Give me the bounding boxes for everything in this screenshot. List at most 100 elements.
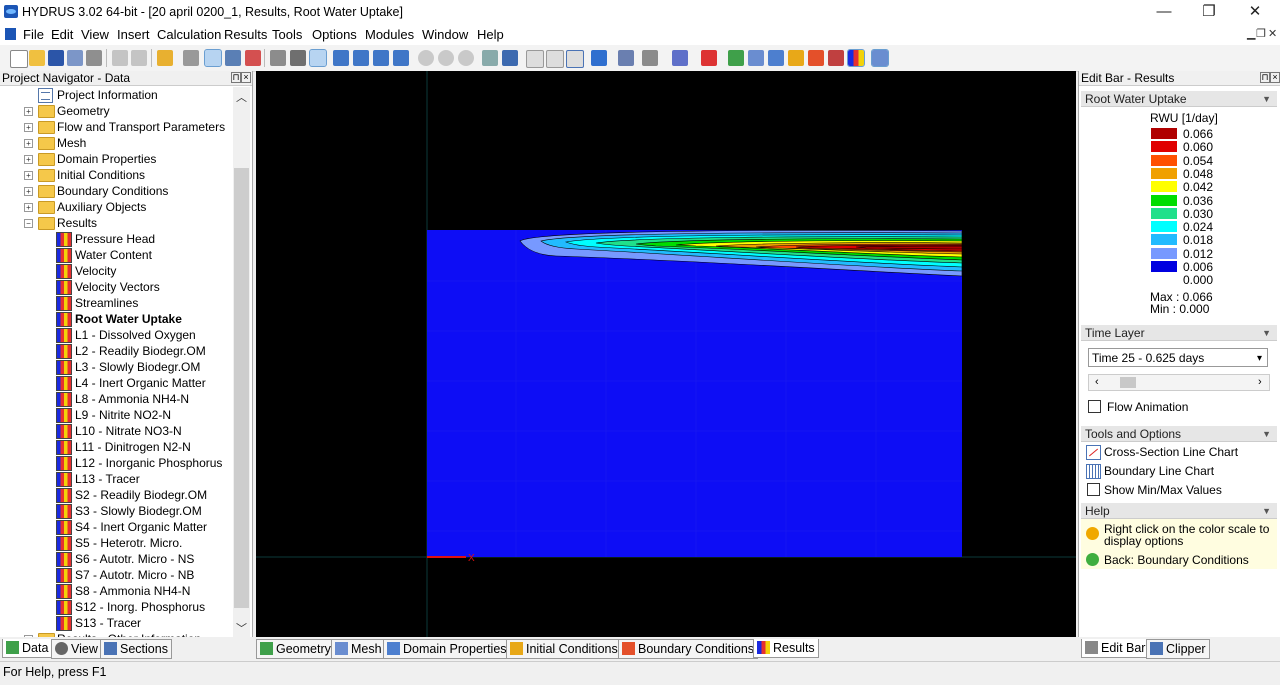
tree-item[interactable]: L1 - Dissolved Oxygen — [0, 327, 233, 343]
layers-icon[interactable] — [642, 50, 658, 66]
tree-item[interactable]: S7 - Autotr. Micro - NB — [0, 567, 233, 583]
view-mode-icon[interactable] — [204, 49, 222, 67]
tree-item[interactable]: S3 - Slowly Biodegr.OM — [0, 503, 233, 519]
tree-item[interactable]: Velocity Vectors — [0, 279, 233, 295]
rotate-reset-icon[interactable] — [458, 50, 474, 66]
redo-icon[interactable] — [131, 50, 147, 66]
rotate-view-icon[interactable] — [290, 50, 306, 66]
grid-results-icon[interactable] — [871, 49, 889, 67]
back-boundary-conditions-link[interactable]: Back: Boundary Conditions — [1104, 553, 1249, 567]
tree-item[interactable]: Water Content — [0, 247, 233, 263]
rotate-left-icon[interactable] — [418, 50, 434, 66]
expand-icon[interactable]: + — [24, 139, 33, 148]
legend-swatch[interactable] — [1151, 128, 1177, 139]
slider-left-icon[interactable]: ‹ — [1095, 376, 1099, 388]
tree-item[interactable]: S6 - Autotr. Micro - NS — [0, 551, 233, 567]
zoom-in-icon[interactable] — [333, 50, 349, 66]
points-icon[interactable] — [245, 50, 261, 66]
tab-view[interactable]: View — [51, 639, 102, 659]
mdi-minimize-button[interactable]: ▁ — [1247, 27, 1255, 40]
navigator-scroll-thumb[interactable] — [234, 168, 249, 608]
results-display-icon[interactable] — [847, 49, 865, 67]
print-icon[interactable] — [86, 50, 102, 66]
mesh-lines-icon[interactable] — [672, 50, 688, 66]
mesh-display-icon[interactable] — [748, 50, 764, 66]
axes-icon[interactable] — [482, 50, 498, 66]
table-icon[interactable] — [828, 50, 844, 66]
tree-item[interactable]: S12 - Inorg. Phosphorus — [0, 599, 233, 615]
minimize-button[interactable]: — — [1141, 2, 1187, 22]
top-view-icon[interactable] — [566, 50, 584, 68]
panel-close-icon[interactable]: × — [1270, 72, 1280, 83]
tools-options-section-header[interactable]: Tools and Options ▼ — [1081, 426, 1277, 442]
slider-right-icon[interactable]: › — [1258, 376, 1262, 388]
tree-item[interactable]: − Results — [0, 215, 233, 231]
save-icon[interactable] — [48, 50, 64, 66]
fe-mesh-icon[interactable] — [768, 50, 784, 66]
time-layer-select[interactable]: Time 25 - 0.625 days ▾ — [1088, 348, 1268, 367]
legend-swatch[interactable] — [1151, 181, 1177, 193]
undo-icon[interactable] — [112, 50, 128, 66]
tree-item[interactable]: L2 - Readily Biodegr.OM — [0, 343, 233, 359]
expand-icon[interactable]: + — [24, 635, 33, 637]
tree-item[interactable]: Project Information — [0, 87, 233, 103]
menu-window[interactable]: Window — [422, 27, 468, 42]
legend-swatch[interactable] — [1151, 247, 1177, 259]
tree-item[interactable]: L4 - Inert Organic Matter — [0, 375, 233, 391]
tree-item[interactable]: L10 - Nitrate NO3-N — [0, 423, 233, 439]
time-layer-section-header[interactable]: Time Layer ▼ — [1081, 325, 1277, 341]
legend-swatch[interactable] — [1151, 141, 1177, 153]
edit-tools-icon[interactable] — [618, 50, 634, 66]
maximize-button[interactable]: ❐ — [1186, 2, 1232, 22]
mdi-restore-button[interactable]: ❐ — [1256, 27, 1266, 40]
time-layer-slider[interactable] — [1088, 374, 1270, 391]
tab-domain-properties[interactable]: Domain Properties — [383, 639, 511, 659]
tab-clipper[interactable]: Clipper — [1146, 639, 1210, 659]
tree-item[interactable]: Pressure Head — [0, 231, 233, 247]
rwu-section-header[interactable]: Root Water Uptake ▼ — [1081, 91, 1277, 107]
collapse-icon[interactable]: − — [24, 219, 33, 228]
tree-item[interactable]: + Domain Properties — [0, 151, 233, 167]
boundary-colors-icon[interactable] — [808, 50, 824, 66]
tree-item[interactable]: + Boundary Conditions — [0, 183, 233, 199]
expand-icon[interactable]: + — [24, 107, 33, 116]
tree-item[interactable]: S4 - Inert Organic Matter — [0, 519, 233, 535]
scroll-down-icon[interactable]: ﹀ — [236, 620, 247, 636]
tree-item[interactable]: + Geometry — [0, 103, 233, 119]
pin-icon[interactable]: ⊓ — [231, 72, 241, 83]
tree-item[interactable]: + Initial Conditions — [0, 167, 233, 183]
menu-file[interactable]: File — [23, 27, 44, 42]
mdi-close-button[interactable]: ✕ — [1268, 27, 1277, 40]
zoom-window-icon[interactable] — [353, 50, 369, 66]
isolines-icon[interactable] — [728, 50, 744, 66]
tree-item[interactable]: + Mesh — [0, 135, 233, 151]
legend-swatch[interactable] — [1151, 261, 1177, 272]
panel-close-icon[interactable]: × — [241, 72, 251, 83]
expand-icon[interactable]: + — [24, 203, 33, 212]
tree-item[interactable]: S13 - Tracer — [0, 615, 233, 631]
3d-box-icon[interactable] — [591, 50, 607, 66]
menu-results[interactable]: Results — [224, 27, 267, 42]
tree-item[interactable]: L13 - Tracer — [0, 471, 233, 487]
tab-geometry[interactable]: Geometry — [256, 639, 335, 659]
front-view-icon[interactable] — [526, 50, 544, 68]
tree-item[interactable]: + Auxiliary Objects — [0, 199, 233, 215]
menu-edit[interactable]: Edit — [51, 27, 73, 42]
menu-modules[interactable]: Modules — [365, 27, 414, 42]
tree-item[interactable]: L12 - Inorganic Phosphorus — [0, 455, 233, 471]
tree-item[interactable]: Velocity — [0, 263, 233, 279]
export-icon[interactable] — [67, 50, 83, 66]
zoom-mode-icon[interactable] — [309, 49, 327, 67]
tree-item[interactable]: + Flow and Transport Parameters — [0, 119, 233, 135]
tab-boundary-conditions[interactable]: Boundary Conditions — [618, 639, 759, 659]
tree-item[interactable]: L3 - Slowly Biodegr.OM — [0, 359, 233, 375]
tree-item[interactable]: L11 - Dinitrogen N2-N — [0, 439, 233, 455]
tree-item[interactable]: Root Water Uptake — [0, 311, 233, 327]
legend-swatch[interactable] — [1151, 274, 1177, 286]
expand-icon[interactable]: + — [24, 155, 33, 164]
move-view-icon[interactable] — [270, 50, 286, 66]
help-section-header[interactable]: Help ▼ — [1081, 503, 1277, 519]
legend-swatch[interactable] — [1151, 154, 1177, 166]
tree-item[interactable]: L9 - Nitrite NO2-N — [0, 407, 233, 423]
legend-swatch[interactable] — [1151, 221, 1177, 233]
